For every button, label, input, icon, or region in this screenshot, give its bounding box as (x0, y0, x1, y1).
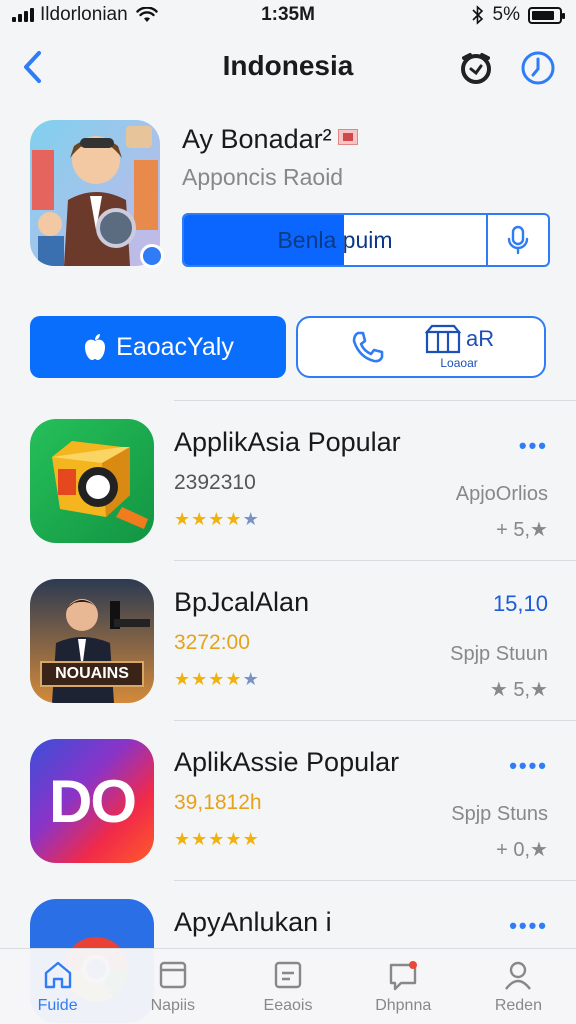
battery-percent: 5% (492, 4, 520, 25)
featured-app: Ay Bonadar² Apponcis Raoid Benla puim (0, 108, 576, 278)
app-title: ApyAnlukan i (174, 907, 332, 937)
featured-app-subtitle: Apponcis Raoid (182, 164, 344, 190)
store-icon (424, 324, 462, 354)
app-title: ApplikAsia Popular (174, 427, 401, 457)
nav-bar: Indonesia (0, 36, 576, 98)
star-icon: ★ (225, 669, 243, 689)
star-icon: ★ (191, 669, 209, 689)
featured-app-icon[interactable] (30, 120, 160, 266)
tab-label: Fuide (37, 997, 78, 1014)
featured-app-title: Ay Bonadar² (182, 124, 358, 155)
mic-icon (507, 225, 529, 255)
bluetooth-icon (471, 5, 483, 25)
app-rating: + 0,★ (496, 839, 548, 861)
more-button[interactable]: ••• (519, 433, 548, 459)
star-icon: ★ (242, 509, 260, 529)
games-icon (274, 961, 302, 989)
flag-icon (337, 129, 358, 145)
home-icon (44, 961, 71, 989)
star-icon: ★ (225, 829, 243, 849)
app-list: ApplikAsia Popular 2392310 ★★★★★ ••• Apj… (0, 400, 576, 1024)
do-icon-label: DO (49, 767, 137, 835)
news-icon-label: NOUAINS (40, 661, 144, 687)
mic-button[interactable] (488, 215, 548, 265)
refresh-button[interactable] (456, 48, 496, 88)
star-icon: ★ (174, 509, 192, 529)
star-icon: ★ (242, 829, 260, 849)
app-category: Spjp Stuns (451, 803, 548, 825)
more-button[interactable]: •••• (509, 913, 548, 939)
app-icon-camera (30, 419, 154, 543)
star-icon: ★ (208, 829, 226, 849)
more-button[interactable]: •••• (509, 753, 548, 779)
app-rating: + 5,★ (496, 519, 548, 541)
apps-icon (159, 961, 186, 989)
store-label: aR (466, 326, 495, 351)
app-downloads: 3272:00 (174, 631, 250, 654)
app-icon-do: DO (30, 739, 154, 863)
updates-icon (390, 961, 418, 991)
get-app-button[interactable]: EaoacYaly (30, 316, 286, 378)
tab-label: Dhpnna (375, 997, 432, 1014)
tab-label: Reden (494, 997, 542, 1014)
store-sublabel: Loaoar (440, 356, 478, 370)
star-icon: ★ (174, 669, 192, 689)
app-rating: ★ 5,★ (489, 679, 548, 701)
star-icon: ★ (191, 829, 209, 849)
list-item[interactable]: NOUAINS BpJcalAlan 3272:00 ★★★★★ 15,10 S… (30, 560, 576, 720)
battery-level-fill (532, 10, 555, 20)
star-icon: ★ (208, 669, 226, 689)
carrier-name: Ildorlonian (40, 4, 128, 25)
app-downloads: 39,1812h (174, 791, 262, 814)
phone-icon (352, 331, 384, 363)
store-group: aR Loaoar (424, 324, 494, 370)
star-rating: ★★★★★ (174, 829, 260, 850)
app-icon-news: NOUAINS (30, 579, 154, 703)
app-category: Spjp Stuun (450, 643, 548, 665)
tab-home[interactable]: Fuide (0, 949, 115, 1024)
list-item[interactable]: ApplikAsia Popular 2392310 ★★★★★ ••• Apj… (30, 400, 576, 560)
battery-icon (528, 6, 565, 24)
tab-label: Napiis (150, 997, 196, 1014)
app-title: BpJcalAlan (174, 587, 310, 617)
history-button[interactable] (518, 48, 558, 88)
refresh-icon (461, 53, 491, 84)
app-category: ApjoOrlios (455, 483, 548, 505)
status-bar: Ildorlonian 1:35M 5% (0, 0, 576, 30)
star-icon: ★ (242, 669, 260, 689)
verified-badge (140, 244, 164, 268)
signal-icon (12, 8, 34, 22)
star-rating: ★★★★★ (174, 509, 260, 530)
app-downloads: 2392310 (174, 471, 256, 494)
star-icon: ★ (191, 509, 209, 529)
app-version: 15,10 (492, 591, 548, 616)
clock-icon (521, 51, 555, 85)
tab-games[interactable]: Eeaois (230, 949, 345, 1024)
tab-updates[interactable]: Dhpnna (346, 949, 461, 1024)
wifi-icon (135, 7, 158, 22)
apple-logo-icon (85, 334, 106, 360)
get-app-label: EaoacYaly (116, 332, 234, 361)
contact-button[interactable]: aR Loaoar (296, 316, 546, 378)
featured-app-title-text: Ay Bonadar² (182, 124, 332, 154)
tab-bar: Fuide Napiis Eeaois Dhpnna Reden (0, 948, 576, 1024)
star-icon: ★ (208, 509, 226, 529)
app-title: AplikAssie Popular (174, 747, 400, 777)
list-item[interactable]: DO AplikAssie Popular 39,1812h ★★★★★ •••… (30, 720, 576, 880)
tab-label: Eeaois (263, 997, 313, 1014)
star-icon: ★ (174, 829, 192, 849)
star-rating: ★★★★★ (174, 669, 260, 690)
profile-icon (505, 961, 532, 990)
featured-action-bar: Benla puim (182, 213, 550, 267)
featured-action-button[interactable]: Benla puim (184, 215, 488, 265)
star-icon: ★ (225, 509, 243, 529)
tab-apps[interactable]: Napiis (115, 949, 230, 1024)
tab-profile[interactable]: Reden (461, 949, 576, 1024)
